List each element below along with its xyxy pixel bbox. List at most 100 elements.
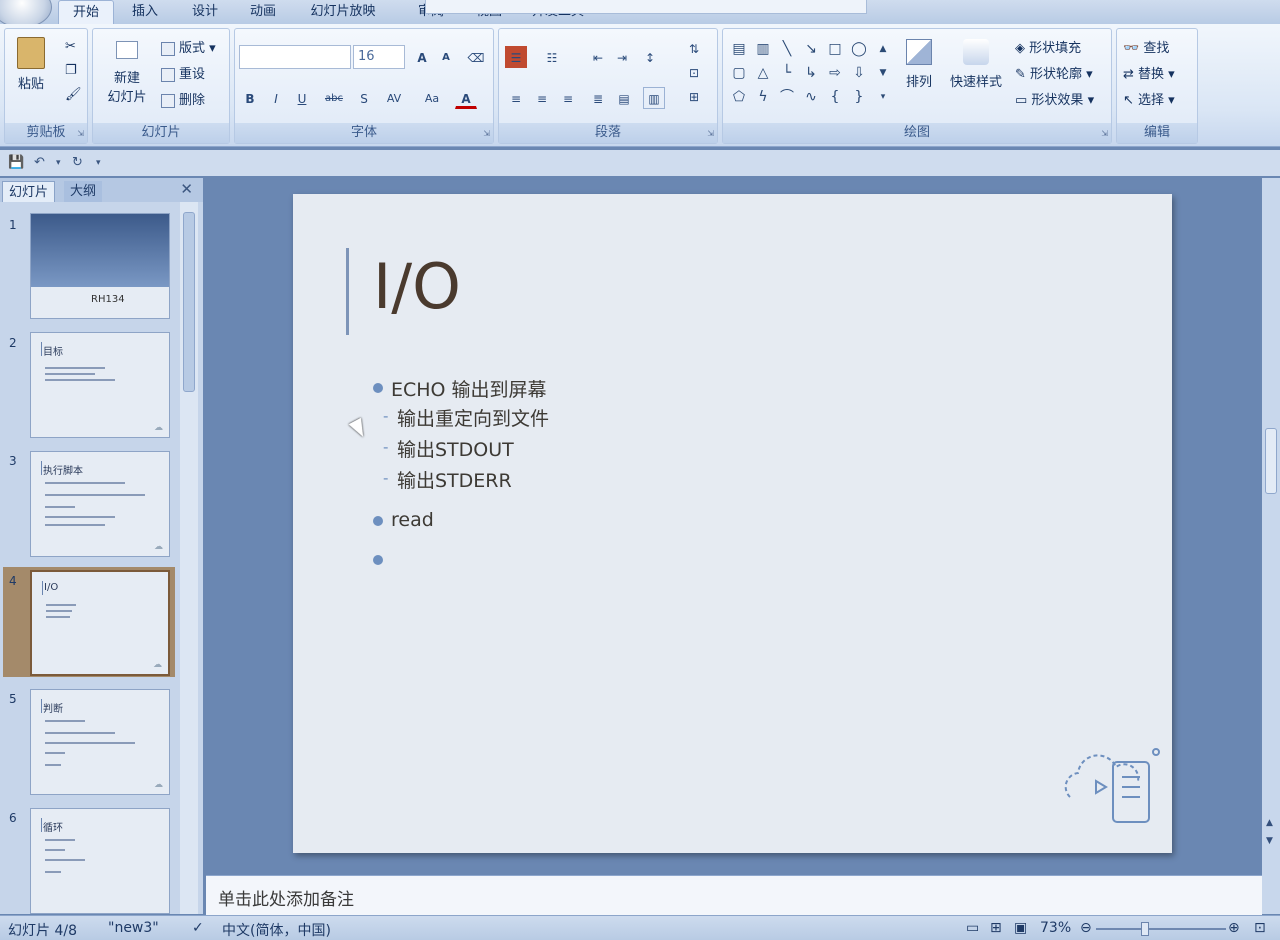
new-slide-button[interactable]: 新建 幻灯片 <box>97 41 157 105</box>
bullet-level-2[interactable]: 输出STDERR <box>397 466 512 493</box>
bullet-level-1[interactable]: read <box>391 509 434 531</box>
bullet-level-2[interactable]: 输出重定向到文件 <box>397 404 549 431</box>
editor-scroll-thumb[interactable] <box>1265 428 1277 494</box>
down-arrow-icon[interactable]: ⇩ <box>849 63 869 83</box>
reset-button[interactable]: 重设 <box>161 63 205 82</box>
slide-thumb-4[interactable]: I/O ☁ <box>30 570 170 676</box>
shape-outline-button[interactable]: ✎ 形状轮廓 ▾ <box>1015 63 1093 82</box>
left-brace-icon[interactable]: { <box>825 87 845 107</box>
justify-icon[interactable]: ≣ <box>587 87 609 109</box>
arc-icon[interactable]: ⌒ <box>777 87 797 107</box>
fit-window-icon[interactable]: ⊡ <box>1254 920 1266 936</box>
tab-slideshow[interactable]: 幻灯片放映 <box>298 0 388 24</box>
arrange-button[interactable]: 排列 <box>897 39 941 90</box>
drawing-dialog-launcher-icon[interactable]: ⇲ <box>1101 129 1108 138</box>
delete-button[interactable]: 删除 <box>161 89 205 108</box>
zoom-slider[interactable] <box>1096 928 1226 930</box>
slide-thumb-1[interactable]: RH134 <box>30 213 170 319</box>
redo-icon[interactable]: ↻ <box>72 155 83 170</box>
bullet-level-2[interactable]: 输出STDOUT <box>397 435 514 462</box>
oval-shape-icon[interactable]: ◯ <box>849 39 869 59</box>
align-center-icon[interactable]: ≡ <box>531 87 553 109</box>
undo-dropdown-icon[interactable]: ▾ <box>56 158 61 168</box>
language-indicator[interactable]: 中文(简体，中国) <box>222 920 331 940</box>
columns-icon[interactable]: ▥ <box>643 87 665 109</box>
align-left-icon[interactable]: ≡ <box>505 87 527 109</box>
underline-button[interactable]: U <box>291 87 313 109</box>
textbox-shape-icon[interactable]: ▤ <box>729 39 749 59</box>
right-brace-icon[interactable]: } <box>849 87 869 107</box>
save-icon[interactable]: 💾 <box>8 155 24 170</box>
notes-placeholder[interactable]: 单击此处添加备注 <box>218 885 354 910</box>
rounded-rect-icon[interactable]: ▢ <box>729 63 749 83</box>
elbow-arrow-icon[interactable]: ↳ <box>801 63 821 83</box>
select-button[interactable]: ↖ 选择 ▾ <box>1123 89 1175 108</box>
dialog-launcher-icon[interactable]: ⇲ <box>77 129 84 138</box>
font-color-button[interactable]: A <box>455 87 477 109</box>
line-spacing-icon[interactable]: ↕ <box>639 46 661 68</box>
text-direction-icon[interactable]: ⇅ <box>683 37 705 59</box>
triangle-icon[interactable]: △ <box>753 63 773 83</box>
slide-canvas[interactable]: I/O ECHO 输出到屏幕 - 输出重定向到文件 - 输出STDOUT - 输… <box>293 194 1172 853</box>
vertical-textbox-icon[interactable]: ▥ <box>753 39 773 59</box>
tab-slides[interactable]: 幻灯片 <box>2 181 56 202</box>
scroll-down-icon[interactable]: ▼ <box>873 63 893 83</box>
zoom-slider-knob[interactable] <box>1141 922 1149 936</box>
format-painter-icon[interactable]: 🖌 <box>65 87 82 102</box>
numbering-icon[interactable]: ☷ <box>541 46 563 68</box>
freeform-icon[interactable]: ϟ <box>753 87 773 107</box>
shape-effects-button[interactable]: ▭ 形状效果 ▾ <box>1015 89 1094 108</box>
elbow-connector-icon[interactable]: └ <box>777 63 797 83</box>
slide-title[interactable]: I/O <box>373 250 461 323</box>
zoom-out-icon[interactable]: ⊖ <box>1080 920 1092 936</box>
close-icon[interactable]: ✕ <box>180 180 193 198</box>
font-size-combo[interactable]: 16 <box>353 45 405 69</box>
copy-icon[interactable]: ❐ <box>65 63 77 78</box>
zoom-in-icon[interactable]: ⊕ <box>1228 920 1240 936</box>
spellcheck-icon[interactable]: ✓ <box>192 920 204 936</box>
slideshow-view-icon[interactable]: ▣ <box>1014 920 1027 936</box>
right-arrow-icon[interactable]: ⇨ <box>825 63 845 83</box>
prev-slide-icon[interactable]: ▲ <box>1266 818 1273 828</box>
pentagon-icon[interactable]: ⬠ <box>729 87 749 107</box>
tab-home[interactable]: 开始 <box>58 0 114 24</box>
smartart-icon[interactable]: ⊞ <box>683 85 705 107</box>
notes-pane[interactable]: 单击此处添加备注 <box>206 875 1262 915</box>
layout-button[interactable]: 版式 ▾ <box>161 37 216 56</box>
pane-scroll-thumb[interactable] <box>183 212 195 392</box>
editor-scrollbar[interactable]: ▲ ▼ <box>1262 178 1280 914</box>
shape-fill-button[interactable]: ◈ 形状填充 <box>1015 37 1081 56</box>
arrow-line-icon[interactable]: ↘ <box>801 39 821 59</box>
clear-format-icon[interactable]: ⌫ <box>465 46 487 68</box>
slide-thumb-5[interactable]: 判断 ☁ <box>30 689 170 795</box>
tab-insert[interactable]: 插入 <box>122 0 168 24</box>
quick-styles-button[interactable]: 快速样式 <box>943 39 1009 90</box>
slide-thumb-3[interactable]: 执行脚本 ☁ <box>30 451 170 557</box>
cut-icon[interactable]: ✂ <box>65 39 76 54</box>
strikethrough-button[interactable]: abc <box>319 87 349 109</box>
line-shape-icon[interactable]: ╲ <box>777 39 797 59</box>
bullet-level-1[interactable]: ECHO 输出到屏幕 <box>391 375 547 402</box>
grow-font-button[interactable]: A <box>411 46 433 68</box>
scroll-up-icon[interactable]: ▲ <box>873 39 893 59</box>
find-button[interactable]: 👓 查找 <box>1123 37 1169 56</box>
more-shapes-icon[interactable]: ▾ <box>873 87 893 107</box>
curve-icon[interactable]: ∿ <box>801 87 821 107</box>
paragraph-dialog-launcher-icon[interactable]: ⇲ <box>707 129 714 138</box>
bold-button[interactable]: B <box>239 87 261 109</box>
tab-outline[interactable]: 大纲 <box>64 181 103 202</box>
align-right-icon[interactable]: ≡ <box>557 87 579 109</box>
next-slide-icon[interactable]: ▼ <box>1266 836 1273 846</box>
distribute-icon[interactable]: ▤ <box>613 87 635 109</box>
slide-thumb-6[interactable]: 循环 <box>30 808 170 914</box>
normal-view-icon[interactable]: ▭ <box>966 920 979 936</box>
customize-qat-icon[interactable]: ▾ <box>96 158 101 168</box>
font-name-combo[interactable] <box>239 45 351 69</box>
zoom-level[interactable]: 73% <box>1040 920 1071 936</box>
shadow-button[interactable]: S <box>353 87 375 109</box>
slide-thumb-2[interactable]: 目标 ☁ <box>30 332 170 438</box>
rectangle-shape-icon[interactable]: □ <box>825 39 845 59</box>
tab-design[interactable]: 设计 <box>182 0 228 24</box>
replace-button[interactable]: ⇄ 替换 ▾ <box>1123 63 1175 82</box>
decrease-indent-icon[interactable]: ⇤ <box>587 46 609 68</box>
